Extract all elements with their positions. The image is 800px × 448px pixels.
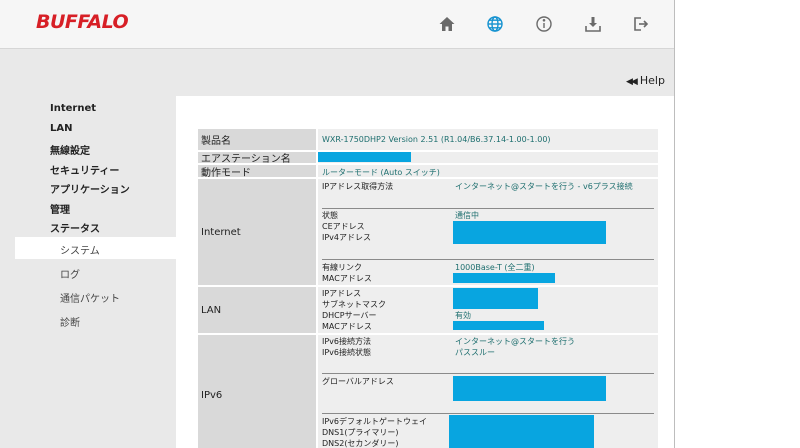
redacted-ipv6-dns <box>449 415 594 448</box>
ipv6-state-label: IPv6接続状態 <box>322 348 372 357</box>
global-address-label: グローバルアドレス <box>322 377 394 386</box>
airstation-value-cell <box>318 152 658 163</box>
wired-link-value: 1000Base-T (全二重) <box>455 263 535 272</box>
globe-icon[interactable] <box>484 13 506 35</box>
internet-value-cell: IPアドレス取得方法 インターネット@スタートを行う - v6プラス接続 状態 … <box>318 179 658 285</box>
product-value: WXR-1750DHP2 Version 2.51 (R1.04/B6.37.1… <box>322 135 551 144</box>
internet-label: Internet <box>198 179 316 285</box>
redacted-airstation-name <box>318 152 411 162</box>
help-link[interactable]: ◀◀ Help <box>626 74 665 87</box>
lan-value-cell: IPアドレス サブネットマスク DHCPサーバー 有効 MACアドレス <box>318 287 658 333</box>
lan-subnet-label: サブネットマスク <box>322 300 386 309</box>
ipv6-method-value: インターネット@スタートを行う <box>455 337 575 346</box>
sidebar-subitem-system[interactable]: システム <box>60 242 100 257</box>
airstation-label: エアステーション名 <box>198 152 316 165</box>
frame-border <box>674 0 675 448</box>
state-value: 通信中 <box>455 211 479 220</box>
dhcp-server-label: DHCPサーバー <box>322 311 377 320</box>
divider <box>322 373 654 374</box>
download-icon[interactable] <box>582 13 604 35</box>
ipv6-label: IPv6 <box>198 335 316 448</box>
sidebar-item-admin[interactable]: 管理 <box>50 201 70 216</box>
double-chevron-left-icon: ◀◀ <box>626 77 638 87</box>
redacted-internet-addresses <box>453 221 606 244</box>
dhcp-server-value: 有効 <box>455 311 471 320</box>
mode-value-cell: ルーターモード (Auto スイッチ) <box>318 165 658 177</box>
mode-label: 動作モード <box>198 165 316 179</box>
info-icon[interactable] <box>533 13 555 35</box>
lan-mac-label: MACアドレス <box>322 322 372 331</box>
row-product: 製品名 WXR-1750DHP2 Version 2.51 (R1.04/B6.… <box>198 129 658 150</box>
state-label: 状態 <box>322 211 338 220</box>
row-ipv6: IPv6 IPv6接続方法 インターネット@スタートを行う IPv6接続状態 パ… <box>198 335 658 448</box>
row-airstation: エアステーション名 <box>198 152 658 165</box>
sidebar-item-wireless[interactable]: 無線設定 <box>50 142 90 157</box>
sidebar-subitem-packets[interactable]: 通信パケット <box>60 290 120 305</box>
ipv6-gateway-label: IPv6デフォルトゲートウェイ <box>322 417 428 426</box>
sidebar-item-applications[interactable]: アプリケーション <box>50 181 130 196</box>
wired-link-label: 有線リンク <box>322 263 362 272</box>
router-admin-frame: BUFFALO ◀◀ Help Internet LAN 無線設定 セキュリティ… <box>0 0 674 448</box>
header-bar: BUFFALO <box>0 0 674 49</box>
right-margin <box>674 0 800 448</box>
lan-ip-label: IPアドレス <box>322 289 362 298</box>
ipv6-state-value: パススルー <box>455 348 495 357</box>
product-value-cell: WXR-1750DHP2 Version 2.51 (R1.04/B6.37.1… <box>318 129 658 150</box>
row-internet: Internet IPアドレス取得方法 インターネット@スタートを行う - v6… <box>198 179 658 285</box>
divider <box>322 413 654 414</box>
home-icon[interactable] <box>436 13 458 35</box>
sidebar-subitem-log[interactable]: ログ <box>60 266 80 281</box>
help-label: Help <box>639 74 665 87</box>
logout-icon[interactable] <box>630 13 652 35</box>
divider <box>322 208 654 209</box>
brand-logo: BUFFALO <box>36 11 129 33</box>
divider <box>322 259 654 260</box>
lan-label: LAN <box>198 287 316 333</box>
ipv4-address-label: IPv4アドレス <box>322 233 372 242</box>
sidebar-item-status[interactable]: ステータス <box>50 220 100 235</box>
ip-method-value: インターネット@スタートを行う - v6プラス接続 <box>455 182 633 191</box>
ipv6-method-label: IPv6接続方法 <box>322 337 372 346</box>
internet-mac-label: MACアドレス <box>322 274 372 283</box>
redacted-internet-mac <box>453 273 555 283</box>
ip-method-label: IPアドレス取得方法 <box>322 182 394 191</box>
sidebar-item-lan[interactable]: LAN <box>50 123 72 134</box>
dns2-label: DNS2(セカンダリー) <box>322 439 399 448</box>
redacted-lan-mac <box>453 321 544 330</box>
row-lan: LAN IPアドレス サブネットマスク DHCPサーバー 有効 MACアドレス <box>198 287 658 333</box>
ipv6-value-cell: IPv6接続方法 インターネット@スタートを行う IPv6接続状態 パススルー … <box>318 335 658 448</box>
dns1-label: DNS1(プライマリー) <box>322 428 399 437</box>
sidebar-item-security[interactable]: セキュリティー <box>50 162 119 177</box>
product-label: 製品名 <box>198 129 316 150</box>
sidebar-item-internet[interactable]: Internet <box>50 103 96 114</box>
redacted-lan-addresses <box>453 288 538 309</box>
row-mode: 動作モード ルーターモード (Auto スイッチ) <box>198 165 658 179</box>
ce-address-label: CEアドレス <box>322 222 365 231</box>
mode-value: ルーターモード (Auto スイッチ) <box>322 168 440 177</box>
redacted-global-address <box>453 376 606 401</box>
sidebar-subitem-diagnostics[interactable]: 診断 <box>60 314 80 329</box>
